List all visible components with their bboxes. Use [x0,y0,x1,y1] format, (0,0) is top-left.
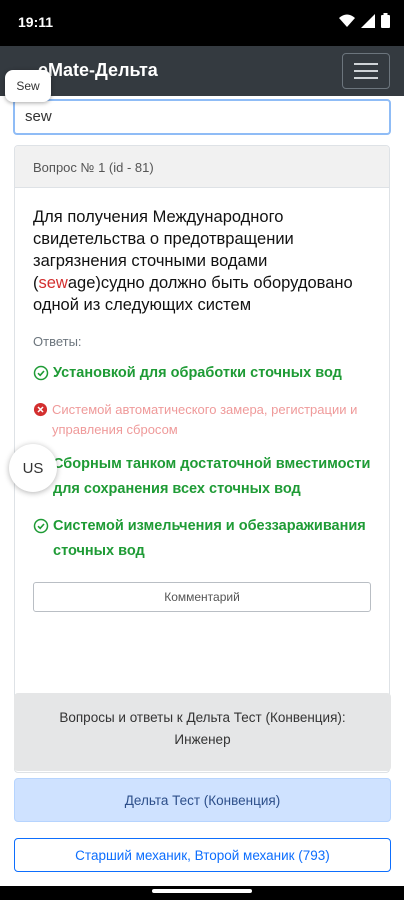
menu-button[interactable] [342,53,390,89]
check-circle-icon [33,518,49,534]
search-input[interactable]: sew [13,99,391,135]
status-time: 19:11 [18,14,54,30]
signal-icon [361,13,375,28]
answer-text: Системой измельчения и обеззараживания с… [53,518,366,559]
hamburger-icon-line [354,63,378,65]
delta-test-button[interactable]: Дельта Тест (Конвенция) [14,778,391,822]
question-card: Вопрос № 1 (id - 81) Для получения Между… [14,145,390,773]
gesture-nav-bar [0,886,404,900]
info-line-1: Вопросы и ответы к Дельта Тест (Конвенци… [59,710,346,725]
keyword-chip[interactable]: Sew [5,70,51,102]
hamburger-icon-line [354,77,378,79]
question-text: Для получения Международного свидетельст… [33,206,371,316]
check-circle-icon [33,365,49,381]
battery-icon [381,13,390,28]
us-floating-button[interactable]: US [9,444,57,492]
search-highlight: sew [38,274,68,292]
hamburger-icon-line [354,70,378,72]
app-bar: eMate-Дельта [0,46,404,96]
answer-text: Системой автоматического замера, регистр… [52,402,358,437]
x-circle-icon [33,402,48,417]
answer-item: Системой измельчения и обеззараживания с… [33,514,371,564]
wifi-icon [339,14,355,27]
comment-button[interactable]: Комментарий [33,582,371,612]
answer-item: Установкой для обработки сточных вод [33,361,371,386]
answer-text: Установкой для обработки сточных вод [53,365,342,381]
answer-item: Сборным танком достаточной вместимости д… [33,452,371,502]
question-header: Вопрос № 1 (id - 81) [15,146,389,188]
info-box: Вопросы и ответы к Дельта Тест (Конвенци… [14,693,391,771]
home-indicator[interactable] [152,889,252,893]
main-content: sew Вопрос № 1 (id - 81) Для получения М… [0,96,404,886]
info-line-2: Инженер [174,732,231,747]
question-text-after: age)судно должно быть оборудовано одной … [33,274,353,314]
app-title: eMate-Дельта [38,60,158,80]
status-icons [339,13,390,28]
answer-text: Сборным танком достаточной вместимости д… [53,456,371,497]
answer-item: Системой автоматического замера, регистр… [33,400,371,440]
answers-label: Ответы: [33,334,82,349]
status-bar: 19:11 [0,0,404,46]
mechanic-button[interactable]: Старший механик, Второй механик (793) [14,838,391,872]
